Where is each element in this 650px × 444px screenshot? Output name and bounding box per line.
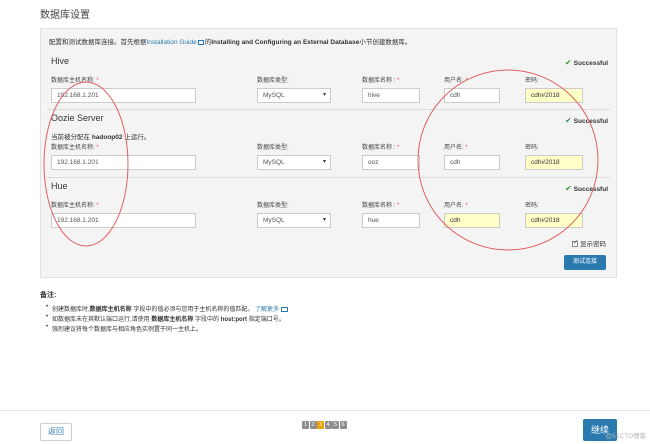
dropdown-caret-icon: ▾ bbox=[322, 217, 326, 223]
oozie-dbname-input[interactable]: ooz bbox=[362, 155, 420, 170]
hive-status-text: Successful bbox=[573, 60, 608, 67]
section-title-hive: Hive bbox=[51, 56, 70, 66]
watermark: @51CTO博客 bbox=[605, 433, 646, 440]
learn-more-link[interactable]: 了解更多 bbox=[255, 307, 279, 313]
hue-host-label: 数据库主机名称: * bbox=[51, 203, 99, 209]
notes-list: 创建数据库时,数据库主机名称 字段中的值必须与您用于主机名称的值匹配。 了解更多… bbox=[46, 304, 289, 334]
hue-host-input[interactable]: 192.168.1.201 bbox=[51, 213, 196, 228]
wizard-step-current: 3 bbox=[317, 421, 324, 429]
hue-status: ✔ Successful bbox=[565, 184, 608, 193]
oozie-type-select[interactable]: MySQL ▾ bbox=[257, 155, 331, 170]
oozie-user-label: 用户名: * bbox=[444, 145, 468, 151]
hue-dbname-label: 数据库名称 : * bbox=[362, 203, 400, 209]
oozie-password-input[interactable]: cdh#2018 bbox=[525, 155, 583, 170]
dropdown-caret-icon: ▾ bbox=[322, 159, 326, 165]
external-link-icon[interactable] bbox=[281, 306, 289, 312]
hue-type-select[interactable]: MySQL ▾ bbox=[257, 213, 331, 228]
wizard-step: 6 bbox=[339, 421, 347, 429]
hive-user-input[interactable]: cdh bbox=[444, 88, 500, 103]
oozie-user-input[interactable]: cdh bbox=[444, 155, 500, 170]
hue-password-input[interactable]: cdh#2018 bbox=[525, 213, 583, 228]
oozie-status-text: Successful bbox=[573, 118, 608, 125]
section-title-oozie: Oozie Server bbox=[51, 113, 104, 123]
section-divider bbox=[47, 109, 610, 110]
hive-dbname-label: 数据库名称 : * bbox=[362, 78, 400, 84]
hue-password-label: 密码: bbox=[525, 203, 539, 209]
note-item: 创建数据库时,数据库主机名称 字段中的值必须与您用于主机名称的值匹配。 了解更多 bbox=[46, 304, 289, 314]
back-button[interactable]: 返回 bbox=[40, 423, 72, 441]
section-title-hue: Hue bbox=[51, 181, 68, 191]
hive-password-input[interactable]: cdh#2018 bbox=[525, 88, 583, 103]
dropdown-caret-icon: ▾ bbox=[322, 92, 326, 98]
wizard-step: 2 bbox=[309, 421, 317, 429]
hive-status: ✔ Successful bbox=[565, 58, 608, 67]
hive-type-select[interactable]: MySQL ▾ bbox=[257, 88, 331, 103]
oozie-type-label: 数据库类型: bbox=[257, 145, 289, 151]
show-password-label: 显示密码 bbox=[580, 241, 606, 248]
note-item: 强烈建议将每个数据库与相应角色实例置于同一主机上。 bbox=[46, 324, 288, 334]
intro-prefix: 配置和测试数据库连接。首先根据 bbox=[49, 39, 147, 46]
hive-host-label: 数据库主机名称: * bbox=[51, 78, 99, 84]
oozie-host-label: 数据库主机名称: * bbox=[51, 145, 99, 151]
hue-type-label: 数据库类型: bbox=[257, 203, 289, 209]
hive-type-label: 数据库类型: bbox=[257, 78, 289, 84]
hue-dbname-input[interactable]: hue bbox=[362, 213, 420, 228]
hue-status-text: Successful bbox=[573, 186, 608, 193]
external-link-icon[interactable] bbox=[197, 39, 204, 45]
wizard-footer: 返回 123456 继续 @51CTO博客 bbox=[0, 410, 650, 444]
hive-host-input[interactable]: 192.168.1.201 bbox=[51, 88, 196, 103]
hive-dbname-input[interactable]: hive bbox=[362, 88, 420, 103]
notes-title: 备注: bbox=[40, 292, 57, 299]
oozie-dbname-label: 数据库名称 : * bbox=[362, 145, 400, 151]
hue-type-value: MySQL bbox=[263, 217, 285, 224]
success-check-icon: ✔ bbox=[564, 116, 572, 125]
wizard-step: 4 bbox=[324, 421, 332, 429]
hive-type-value: MySQL bbox=[263, 92, 285, 99]
show-password-checkbox[interactable] bbox=[572, 239, 578, 248]
hive-password-label: 密码: bbox=[525, 78, 539, 84]
wizard-step: 1 bbox=[302, 421, 309, 429]
show-password-toggle[interactable]: 显示密码 bbox=[572, 238, 606, 248]
success-check-icon: ✔ bbox=[564, 184, 572, 193]
intro-text: 配置和测试数据库连接。首先根据Installation Guide 的Instal… bbox=[49, 36, 411, 46]
database-setup-panel: 配置和测试数据库连接。首先根据Installation Guide 的Instal… bbox=[40, 28, 617, 278]
test-connection-button[interactable]: 测试连接 bbox=[564, 255, 606, 270]
oozie-status: ✔ Successful bbox=[565, 116, 608, 125]
page-title: 数据库设置 bbox=[40, 10, 90, 21]
intro-section-name: Installing and Configuring an External D… bbox=[211, 39, 360, 46]
hue-user-input[interactable]: cdh bbox=[444, 213, 500, 228]
installation-guide-link[interactable]: Installation Guide bbox=[147, 39, 197, 46]
success-check-icon: ✔ bbox=[564, 58, 572, 67]
oozie-host-input[interactable]: 192.168.1.201 bbox=[51, 155, 196, 170]
wizard-step: 5 bbox=[332, 421, 339, 429]
intro-suffix: 小节创建数据库。 bbox=[359, 39, 412, 46]
section-divider bbox=[47, 177, 610, 178]
wizard-step-indicator: 123456 bbox=[302, 421, 347, 429]
oozie-password-label: 密码: bbox=[525, 145, 539, 151]
hive-user-label: 用户名: * bbox=[444, 78, 468, 84]
hue-user-label: 用户名: * bbox=[444, 203, 468, 209]
oozie-assigned-host-note: 当前被分配在 hadoop02 上运行。 bbox=[51, 134, 151, 141]
oozie-type-value: MySQL bbox=[263, 159, 285, 166]
note-item: 如数据库未在其默认端口运行,请使用 数据库主机名称 字段中的 host:port… bbox=[46, 314, 288, 324]
